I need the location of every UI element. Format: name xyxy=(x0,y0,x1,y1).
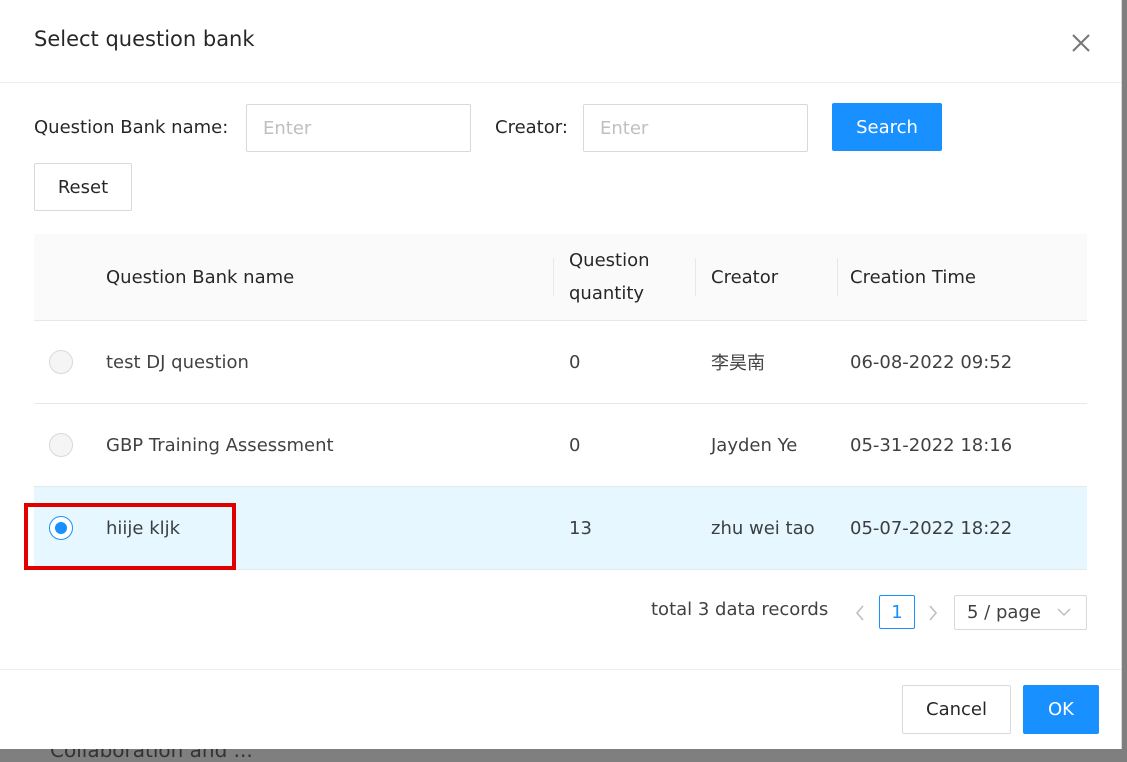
table-row[interactable]: GBP Training Assessment 0 Jayden Ye 05-3… xyxy=(34,404,1087,487)
bank-name-input[interactable] xyxy=(246,104,471,152)
select-question-bank-modal: Select question bank Question Bank name:… xyxy=(0,0,1122,749)
close-icon[interactable] xyxy=(1064,26,1098,60)
bank-name-label: Question Bank name: xyxy=(34,117,229,138)
cell-bank-name: test DJ question xyxy=(106,351,249,373)
cell-bank-name: GBP Training Assessment xyxy=(106,434,334,456)
table-row-selected[interactable]: hiije kljk 13 zhu wei tao 05-07-2022 18:… xyxy=(34,487,1087,570)
header-creator: Creator xyxy=(711,266,779,288)
table-row[interactable]: test DJ question 0 李昊南 06-08-2022 09:52 xyxy=(34,321,1087,404)
next-page-icon[interactable] xyxy=(921,598,945,628)
cell-creation-time: 05-07-2022 18:22 xyxy=(850,517,1013,539)
row-radio[interactable] xyxy=(49,350,73,374)
table-header: Question Bank name Question quantity Cre… xyxy=(34,234,1087,321)
header-creation-time: Creation Time xyxy=(850,266,976,288)
page-number-current[interactable]: 1 xyxy=(879,595,915,629)
header-bank-name: Question Bank name xyxy=(106,266,295,288)
header-divider xyxy=(695,258,696,296)
header-divider xyxy=(553,258,554,296)
cancel-button[interactable]: Cancel xyxy=(902,685,1011,734)
header-divider xyxy=(837,258,838,296)
prev-page-icon[interactable] xyxy=(848,598,872,628)
cell-creator: 李昊南 xyxy=(711,353,765,374)
modal-header: Select question bank xyxy=(0,0,1121,83)
header-question-quantity: Question quantity xyxy=(569,234,650,320)
chevron-down-icon xyxy=(1056,604,1072,625)
page-size-select[interactable]: 5 / page xyxy=(954,595,1087,630)
modal-title: Select question bank xyxy=(34,27,255,51)
cell-creation-time: 06-08-2022 09:52 xyxy=(850,351,1013,373)
ok-button[interactable]: OK xyxy=(1023,685,1099,734)
page-size-value: 5 / page xyxy=(967,602,1041,623)
row-radio[interactable] xyxy=(49,433,73,457)
cell-bank-name: hiije kljk xyxy=(106,517,181,539)
cell-creation-time: 05-31-2022 18:16 xyxy=(850,434,1013,456)
pagination-total: total 3 data records xyxy=(651,599,829,620)
cell-creator: zhu wei tao xyxy=(711,517,815,539)
creator-label: Creator: xyxy=(495,117,568,138)
cell-quantity: 13 xyxy=(569,517,592,539)
cell-quantity: 0 xyxy=(569,351,581,373)
header-quantity-line2: quantity xyxy=(569,283,645,304)
reset-button[interactable]: Reset xyxy=(34,163,132,211)
creator-input[interactable] xyxy=(583,104,808,152)
header-quantity-line1: Question xyxy=(569,250,650,271)
row-radio-checked[interactable] xyxy=(49,516,73,540)
cell-creator: Jayden Ye xyxy=(711,434,798,456)
cell-quantity: 0 xyxy=(569,434,581,456)
search-button[interactable]: Search xyxy=(832,103,942,151)
